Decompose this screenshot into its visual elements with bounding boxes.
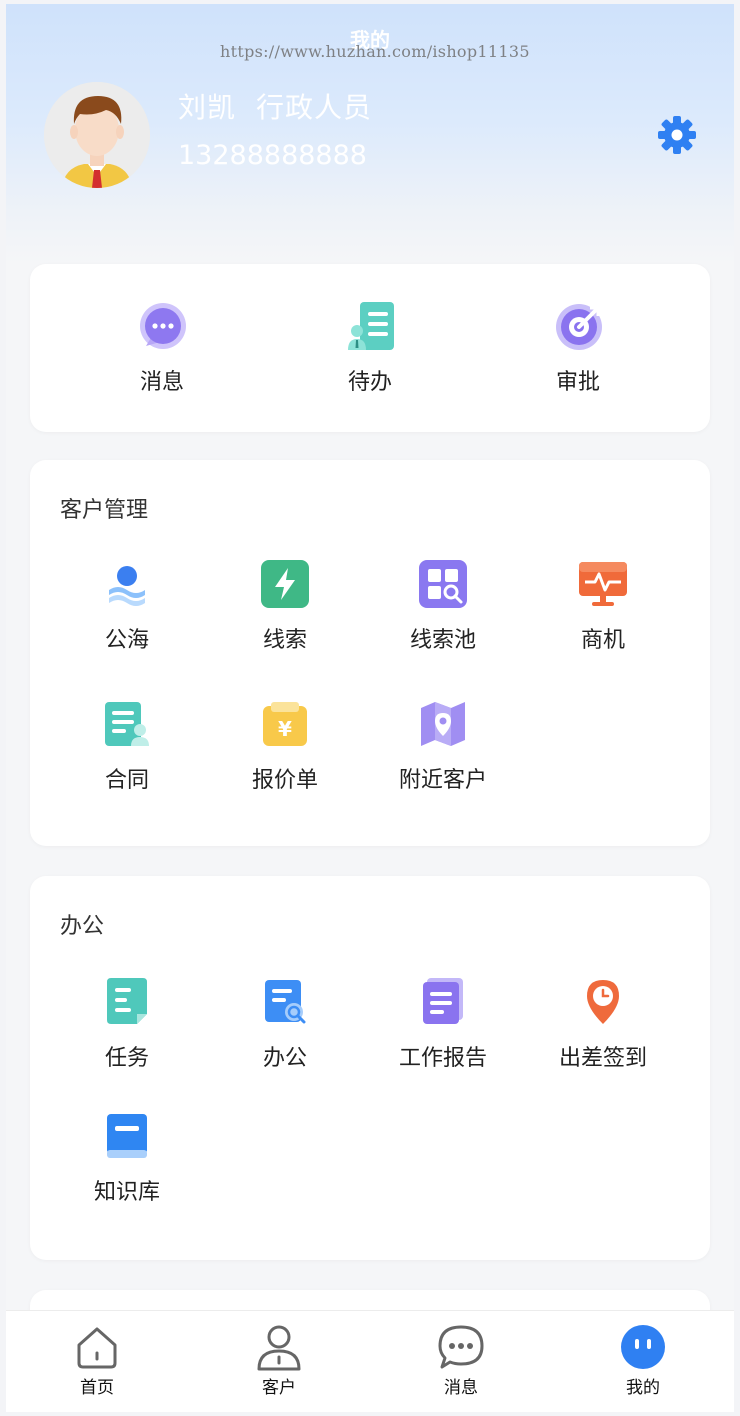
quick-action-label: 待办: [347, 370, 392, 395]
watermark-text: https://www.huzhan.com/ishop11135: [220, 42, 530, 61]
office-card: 办公 任务 办公 工作报告 出差签到 知识库: [30, 876, 710, 1260]
mine-page: 我的 https://www.huzhan.com/ishop11135 刘凯 …: [6, 4, 734, 1412]
menu-item-knowledge-base[interactable]: 知识库: [52, 1112, 202, 1222]
customer-management-card: 客户管理 公海 线索 线索池 商机 合同 ¥ 报价单 附近客户: [30, 460, 710, 846]
tab-label: 消息: [444, 1378, 478, 1398]
avatar[interactable]: [44, 82, 150, 188]
menu-item-quotation[interactable]: ¥ 报价单: [210, 700, 360, 810]
menu-item-checkin[interactable]: 出差签到: [528, 978, 678, 1088]
section-title: 客户管理: [60, 498, 149, 523]
menu-item-label: 公海: [104, 628, 149, 653]
menu-item-label: 工作报告: [398, 1046, 487, 1071]
quick-action-label: 消息: [139, 370, 184, 395]
quick-action-message[interactable]: 消息: [62, 302, 262, 412]
lead-pool-icon: [419, 560, 467, 608]
tab-label: 首页: [80, 1378, 114, 1398]
menu-item-contract[interactable]: 合同: [52, 700, 202, 810]
chat-icon: [437, 1323, 485, 1371]
quick-action-approval[interactable]: 审批: [478, 302, 678, 412]
tab-customer[interactable]: 客户: [188, 1311, 370, 1412]
menu-item-label: 附近客户: [398, 768, 487, 793]
user-phone: 13288888888: [178, 140, 367, 171]
public-sea-icon: [103, 560, 151, 608]
work-report-icon: [419, 978, 467, 1026]
menu-item-public-sea[interactable]: 公海: [52, 560, 202, 670]
office-search-icon: [261, 978, 309, 1026]
menu-item-label: 线索池: [409, 628, 476, 653]
section-title: 办公: [60, 914, 105, 939]
knowledge-book-icon: [103, 1112, 151, 1160]
task-icon: [103, 978, 151, 1026]
customer-icon: [255, 1323, 303, 1371]
lead-lightning-icon: [261, 560, 309, 608]
quotation-yuan-icon: ¥: [261, 700, 309, 748]
opportunity-monitor-icon: [579, 560, 627, 608]
menu-item-label: 报价单: [251, 768, 318, 793]
tab-label: 我的: [626, 1378, 660, 1398]
user-name: 刘凯: [178, 91, 237, 124]
approval-target-icon: [554, 302, 604, 352]
tab-home[interactable]: 首页: [6, 1311, 188, 1412]
checkin-location-icon: [579, 978, 627, 1026]
menu-item-office[interactable]: 办公: [210, 978, 360, 1088]
menu-item-label: 商机: [580, 628, 625, 653]
settings-gear-icon[interactable]: [656, 114, 698, 156]
menu-item-lead[interactable]: 线索: [210, 560, 360, 670]
menu-item-nearby-customers[interactable]: 附近客户: [368, 700, 518, 810]
quick-action-label: 审批: [555, 370, 600, 395]
menu-item-label: 出差签到: [558, 1046, 647, 1071]
message-bubble-icon: [138, 302, 188, 352]
menu-item-label: 合同: [104, 768, 149, 793]
quick-action-todo[interactable]: 待办: [270, 302, 470, 412]
svg-text:¥: ¥: [278, 717, 292, 741]
contract-icon: [103, 700, 151, 748]
bottom-tab-bar: 首页 客户 消息 我的: [6, 1310, 734, 1412]
profile-icon: [619, 1323, 667, 1371]
menu-item-label: 任务: [104, 1046, 149, 1071]
tab-messages[interactable]: 消息: [370, 1311, 552, 1412]
menu-item-opportunity[interactable]: 商机: [528, 560, 678, 670]
menu-item-label: 办公: [262, 1046, 307, 1071]
todo-list-icon: [346, 302, 396, 352]
avatar-person-icon: [44, 82, 150, 188]
tab-mine[interactable]: 我的: [552, 1311, 734, 1412]
menu-item-label: 线索: [262, 628, 307, 653]
home-icon: [73, 1323, 121, 1371]
quick-actions-card: 消息 待办 审批: [30, 264, 710, 432]
menu-item-work-report[interactable]: 工作报告: [368, 978, 518, 1088]
user-role: 行政人员: [256, 91, 373, 124]
menu-item-lead-pool[interactable]: 线索池: [368, 560, 518, 670]
nearby-map-icon: [419, 700, 467, 748]
menu-item-task[interactable]: 任务: [52, 978, 202, 1088]
menu-item-label: 知识库: [93, 1180, 160, 1205]
tab-label: 客户: [262, 1378, 296, 1398]
